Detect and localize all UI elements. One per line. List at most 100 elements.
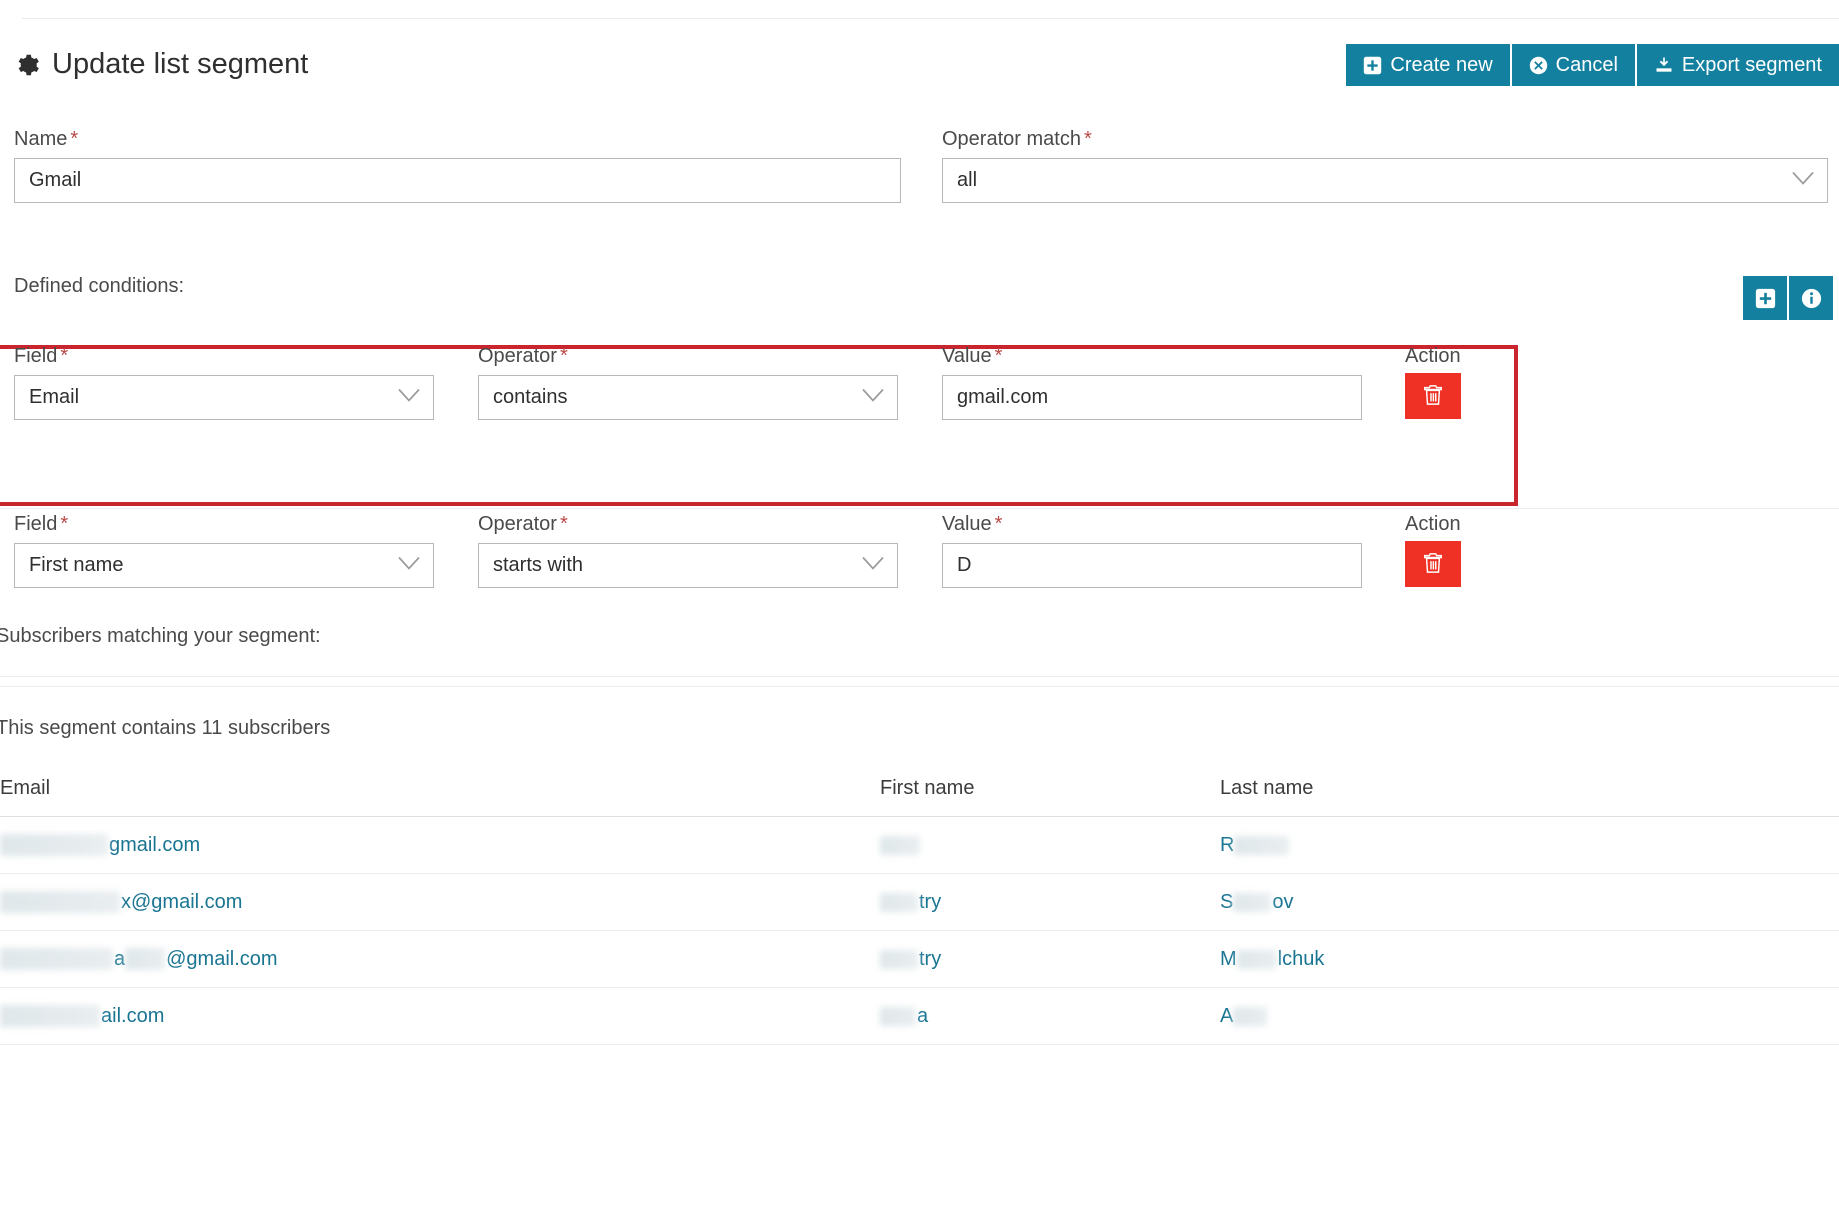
subscriber-last-name[interactable]: R [1220,834,1290,856]
update-list-segment-page: Update list segment Create new Cancel Ex… [0,0,1839,1213]
operator-match-label-text: Operator match [942,128,1081,150]
subscribers-divider [0,686,1839,687]
subscriber-first-name[interactable]: try [880,891,941,913]
redacted-text [880,892,918,912]
required-asterisk: * [994,345,1003,367]
table-row: ail.com a A [0,988,1839,1045]
operator-select-wrap [478,543,898,588]
cell-first-name: try [880,891,1220,914]
field-select[interactable] [14,543,434,588]
table-row: gmail.com R [0,817,1839,874]
cell-email: gmail.com [0,834,880,857]
operator-label: Operator * [478,513,568,536]
redacted-text [880,835,920,855]
operator-label-text: Operator [478,345,557,367]
subscriber-first-name[interactable]: try [880,948,941,970]
operator-select-wrap [478,375,898,420]
cell-first-name: try [880,948,1220,971]
field-label-text: Field [14,345,58,367]
cell-last-name: Sov [1220,891,1620,914]
required-asterisk: * [60,345,69,367]
top-divider [22,18,1839,19]
column-header-last-name: Last name [1220,776,1314,799]
redacted-text [1236,949,1277,969]
subscriber-first-name[interactable] [880,834,921,856]
action-label: Action [1405,345,1461,367]
operator-select[interactable] [478,375,898,420]
cell-email: x@gmail.com [0,891,880,914]
conditions-bottom-divider [0,676,1839,677]
column-header-first-name: First name [880,776,975,799]
field-select[interactable] [14,375,434,420]
subscribers-count: This segment contains 11 subscribers [0,717,331,739]
redacted-text [1233,1006,1268,1026]
value-label: Value * [942,345,1002,368]
subscriber-last-name[interactable]: A [1220,1005,1268,1027]
name-label-text: Name [14,128,68,150]
subscribers-table: Email First name Last name gmail.com Rx@g… [0,760,1839,1045]
redacted-text [880,1006,916,1026]
add-condition-button[interactable] [1743,276,1787,320]
cancel-button[interactable]: Cancel [1511,44,1635,86]
subscriber-email-link[interactable]: a @gmail.com [0,948,278,971]
operator-label: Operator * [478,345,568,368]
field-label: Field * [14,513,68,536]
export-segment-button[interactable]: Export segment [1636,44,1839,86]
field-label-text: Field [14,513,58,535]
column-header-email: Email [0,776,51,799]
cancel-label: Cancel [1555,53,1618,76]
defined-conditions-label: Defined conditions: [14,275,185,297]
redacted-text [1233,892,1272,912]
value-label: Value * [942,513,1002,536]
subscribers-section-label: Subscribers matching your segment: [0,625,321,647]
value-input[interactable] [942,375,1362,420]
field-label: Field * [14,345,68,368]
required-asterisk: * [60,513,69,535]
value-input[interactable] [942,543,1362,588]
delete-condition-button[interactable] [1405,373,1461,419]
operator-match-select[interactable] [942,158,1828,203]
export-icon [1654,55,1674,75]
value-input-wrap [942,543,1362,588]
condition-row: Field* Operator* Value* [0,345,1839,465]
subscriber-email-link[interactable]: gmail.com [0,834,200,857]
required-asterisk: * [994,513,1003,535]
name-input[interactable] [14,158,901,203]
required-asterisk: * [559,513,568,535]
table-body: gmail.com Rx@gmail.com try Sov a @gmail.com tr… [0,817,1839,1045]
required-asterisk: * [1083,128,1092,150]
trash-icon [1422,383,1444,410]
redacted-text [0,948,113,971]
value-label-text: Value [942,513,992,535]
cell-last-name: R [1220,834,1620,857]
delete-condition-button[interactable] [1405,541,1461,587]
table-header-row: Email First name Last name [0,760,1839,817]
subscriber-email-link[interactable]: ail.com [0,1005,164,1028]
field-select-wrap [14,375,434,420]
header-actions: Create new Cancel Export segment [1346,44,1839,86]
subscriber-email-link[interactable]: x@gmail.com [0,891,242,914]
action-label: Action [1405,513,1461,535]
trash-icon [1422,551,1444,578]
table-row: a @gmail.com try Mlchuk [0,931,1839,988]
table-row: x@gmail.com try Sov [0,874,1839,931]
subscriber-first-name[interactable]: a [880,1005,928,1027]
operator-select[interactable] [478,543,898,588]
name-label: Name * [14,128,78,151]
page-title: Update list segment [14,48,308,81]
value-input-wrap [942,375,1362,420]
times-circle-icon [1529,56,1548,75]
condition-row: Field* Operator* Value* [0,513,1839,633]
subscriber-last-name[interactable]: Mlchuk [1220,948,1324,970]
redacted-text [125,948,166,971]
operator-match-select-wrap [942,158,1828,203]
subscriber-last-name[interactable]: Sov [1220,891,1293,913]
cell-first-name: a [880,1005,1220,1028]
operator-label-text: Operator [478,513,557,535]
create-new-button[interactable]: Create new [1346,44,1510,86]
redacted-text [0,1005,100,1028]
value-label-text: Value [942,345,992,367]
name-field-wrap [14,158,901,203]
required-asterisk: * [70,128,79,150]
info-button[interactable] [1789,276,1833,320]
